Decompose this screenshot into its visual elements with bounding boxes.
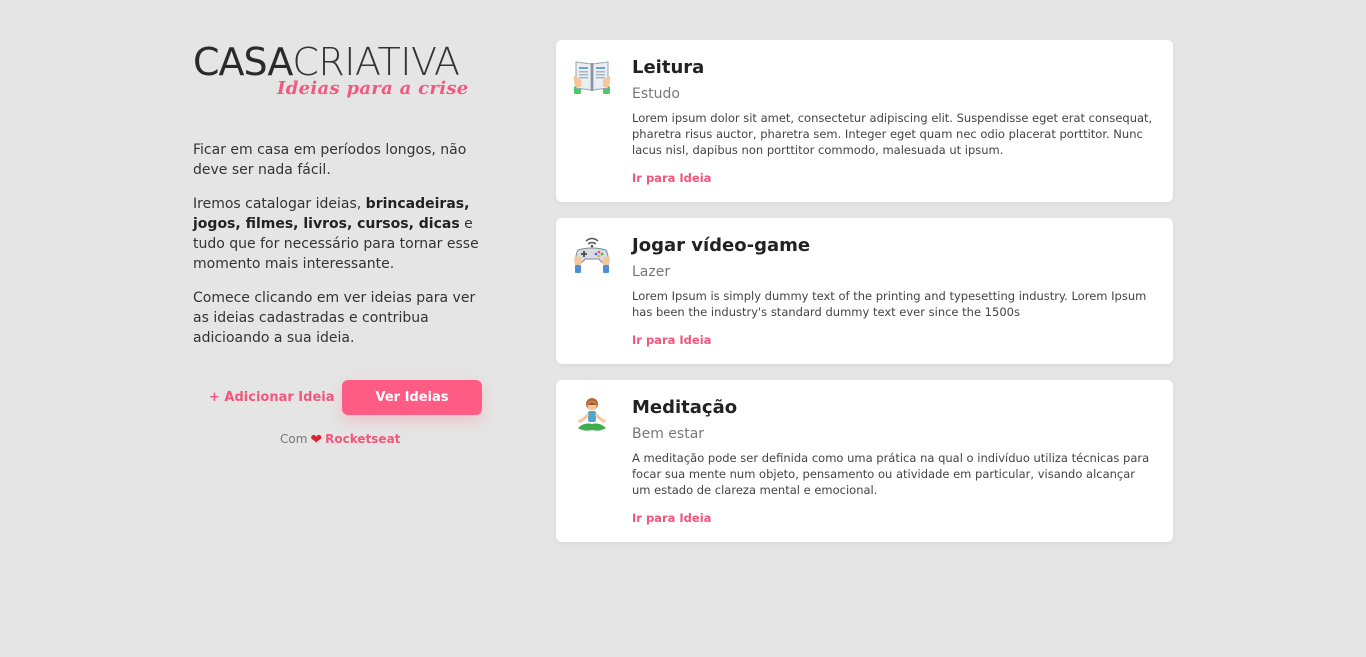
credit-prefix: Com bbox=[280, 432, 308, 446]
idea-description: Lorem ipsum dolor sit amet, consectetur … bbox=[632, 111, 1153, 157]
idea-card-body: Leitura Estudo Lorem ipsum dolor sit ame… bbox=[632, 56, 1153, 186]
idea-description: Lorem Ipsum is simply dummy text of the … bbox=[632, 289, 1147, 319]
idea-category: Lazer bbox=[632, 264, 671, 280]
credit: Com ❤ Rocketseat bbox=[280, 432, 400, 448]
go-to-idea-link[interactable]: Ir para Ideia bbox=[632, 333, 711, 347]
logo: CASACRIATIVA Ideias para a crise bbox=[193, 40, 485, 106]
page: CASACRIATIVA Ideias para a crise Ficar e… bbox=[0, 0, 1366, 657]
idea-card-body: Meditação Bem estar A meditação pode ser… bbox=[632, 396, 1153, 526]
idea-card: Jogar vídeo-game Lazer Lorem Ipsum is si… bbox=[556, 218, 1173, 364]
idea-card: Leitura Estudo Lorem ipsum dolor sit ame… bbox=[556, 40, 1173, 202]
view-ideas-button[interactable]: Ver Ideias bbox=[342, 380, 482, 415]
sidebar: CASACRIATIVA Ideias para a crise Ficar e… bbox=[193, 40, 493, 448]
idea-category: Estudo bbox=[632, 86, 680, 102]
idea-title: Meditação bbox=[632, 397, 738, 418]
intro-paragraph-3: Comece clicando em ver ideias para ver a… bbox=[193, 290, 476, 346]
add-idea-link[interactable]: + Adicionar Ideia bbox=[209, 390, 335, 405]
idea-category: Bem estar bbox=[632, 426, 705, 442]
go-to-idea-link[interactable]: Ir para Ideia bbox=[632, 171, 711, 185]
idea-card-body: Jogar vídeo-game Lazer Lorem Ipsum is si… bbox=[632, 234, 1153, 348]
ideas-list: Leitura Estudo Lorem ipsum dolor sit ame… bbox=[556, 40, 1173, 558]
idea-card: Meditação Bem estar A meditação pode ser… bbox=[556, 380, 1173, 542]
gamepad-icon bbox=[572, 234, 612, 274]
heart-icon: ❤ bbox=[310, 432, 323, 448]
book-icon bbox=[572, 56, 612, 96]
idea-description: A meditação pode ser definida como uma p… bbox=[632, 451, 1150, 497]
intro-paragraph-2: Iremos catalogar ideias, brincadeiras, j… bbox=[193, 194, 493, 274]
intro-paragraph-2-prefix: Iremos catalogar ideias, bbox=[193, 196, 366, 212]
intro-text: Ficar em casa em períodos longos, não de… bbox=[193, 140, 493, 362]
logo-tagline: Ideias para a crise bbox=[277, 78, 469, 99]
idea-title: Jogar vídeo-game bbox=[632, 235, 811, 256]
credit-brand-link[interactable]: Rocketseat bbox=[325, 432, 400, 446]
meditation-icon bbox=[572, 396, 612, 436]
intro-paragraph-1: Ficar em casa em períodos longos, não de… bbox=[193, 142, 467, 178]
actions: + Adicionar Ideia Ver Ideias bbox=[193, 380, 493, 420]
go-to-idea-link[interactable]: Ir para Ideia bbox=[632, 511, 711, 525]
idea-title: Leitura bbox=[632, 57, 705, 78]
